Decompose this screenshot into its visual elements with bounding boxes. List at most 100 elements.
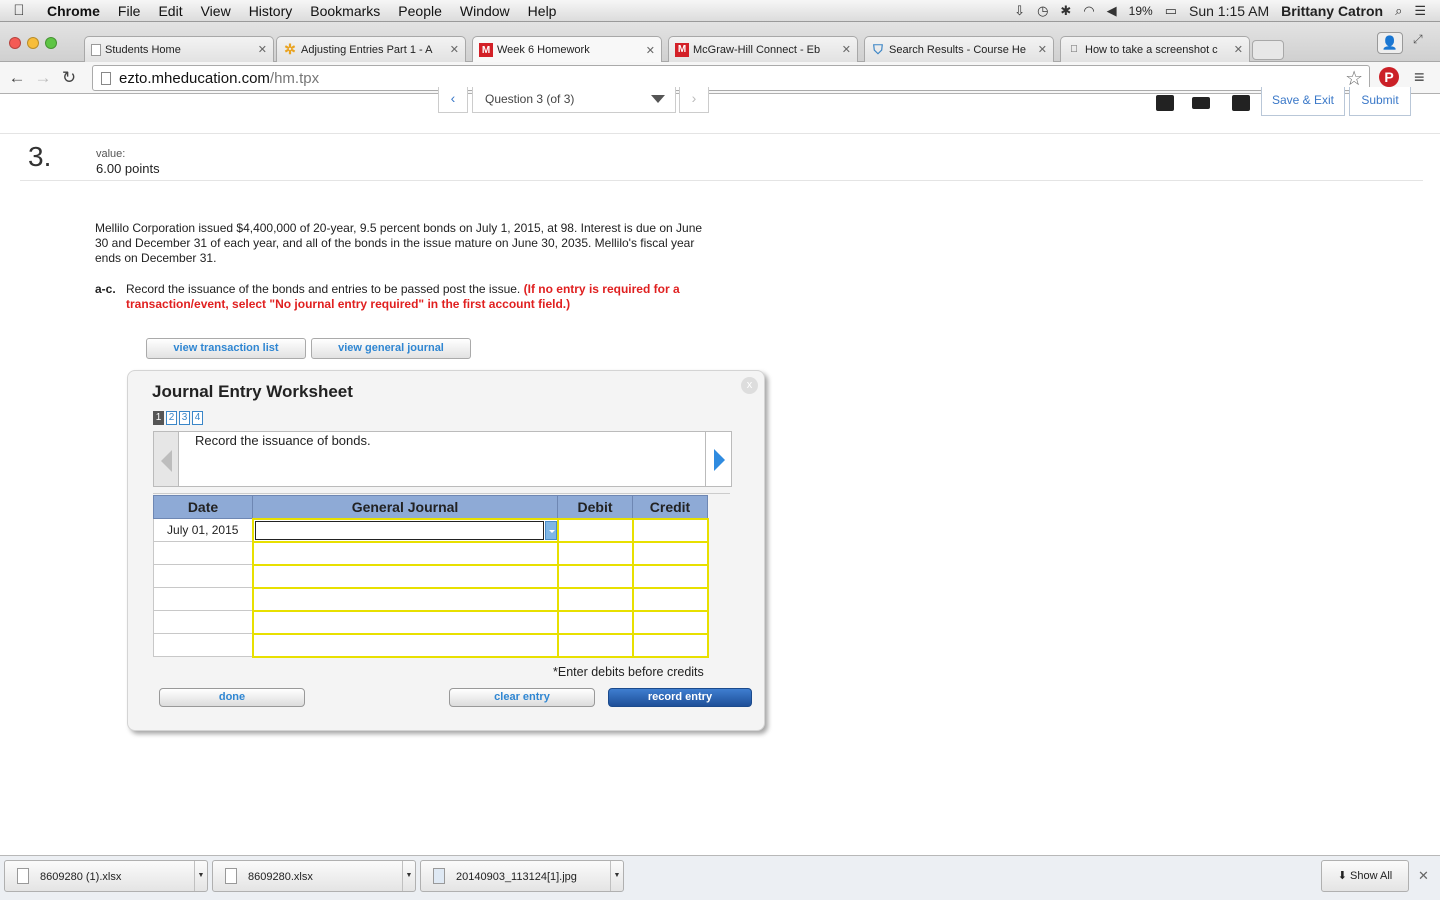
- battery-icon[interactable]: ▭: [1165, 3, 1177, 19]
- previous-transaction-button[interactable]: [153, 431, 179, 487]
- debit-input[interactable]: [556, 609, 634, 635]
- credit-input[interactable]: [631, 632, 709, 658]
- clock[interactable]: Sun 1:15 AM: [1189, 3, 1269, 19]
- user-name[interactable]: Brittany Catron: [1281, 3, 1383, 19]
- debit-input[interactable]: [556, 517, 634, 543]
- debit-input[interactable]: [556, 586, 634, 612]
- page-3-button[interactable]: 3: [179, 411, 190, 425]
- submit-button[interactable]: Submit: [1349, 87, 1411, 116]
- tab-how-to-screenshot[interactable]:  How to take a screenshot c ✕: [1060, 36, 1250, 62]
- book-icon[interactable]: [1156, 95, 1174, 111]
- dropdown-arrow-icon[interactable]: [544, 520, 557, 540]
- tab-close-icon[interactable]: ✕: [646, 44, 655, 57]
- clear-entry-button[interactable]: clear entry: [449, 688, 595, 707]
- minimize-window-button[interactable]: [27, 37, 39, 49]
- account-select[interactable]: [251, 609, 559, 635]
- debit-input[interactable]: [556, 540, 634, 566]
- page-2-button[interactable]: 2: [166, 411, 177, 425]
- chevron-down-icon[interactable]: ▼: [610, 861, 623, 891]
- calculator-icon[interactable]: [1232, 95, 1250, 111]
- spotlight-icon[interactable]: ⌕: [1395, 3, 1402, 19]
- download-item[interactable]: 20140903_113124[1].jpg ▼: [420, 860, 624, 892]
- tab-mcgraw-hill-connect[interactable]: M McGraw-Hill Connect - Eb ✕: [668, 36, 858, 62]
- account-select[interactable]: [251, 563, 559, 589]
- account-select[interactable]: [251, 540, 559, 566]
- reload-icon[interactable]: ↻: [56, 68, 82, 88]
- credit-input[interactable]: [631, 540, 709, 566]
- wifi-icon[interactable]: ◠: [1083, 3, 1094, 19]
- close-window-button[interactable]: [9, 37, 21, 49]
- account-select[interactable]: [251, 586, 559, 612]
- menu-help[interactable]: Help: [519, 3, 566, 19]
- chevron-down-icon[interactable]: ▼: [194, 861, 207, 891]
- column-header-date: Date: [153, 495, 253, 519]
- next-question-button[interactable]: ›: [679, 87, 709, 113]
- zoom-window-button[interactable]: [45, 37, 57, 49]
- download-item[interactable]: 8609280.xlsx ▼: [212, 860, 416, 892]
- account-select[interactable]: [251, 517, 559, 543]
- profile-icon[interactable]: 👤: [1377, 32, 1403, 54]
- debit-input[interactable]: [556, 563, 634, 589]
- save-exit-button[interactable]: Save & Exit: [1261, 87, 1345, 116]
- credit-input[interactable]: [631, 517, 709, 543]
- menu-people[interactable]: People: [389, 3, 451, 19]
- credit-input[interactable]: [631, 586, 709, 612]
- view-transaction-list-button[interactable]: view transaction list: [146, 338, 306, 359]
- document-icon: [91, 43, 101, 56]
- page-1-button[interactable]: 1: [153, 411, 164, 425]
- view-general-journal-button[interactable]: view general journal: [311, 338, 471, 359]
- question-select[interactable]: Question 3 (of 3): [472, 87, 676, 113]
- menu-history[interactable]: History: [240, 3, 302, 19]
- page-4-button[interactable]: 4: [192, 411, 203, 425]
- print-icon[interactable]: [1192, 97, 1210, 109]
- notification-center-icon[interactable]: ☰: [1414, 3, 1426, 19]
- tab-close-icon[interactable]: ✕: [842, 43, 851, 56]
- menu-file[interactable]: File: [109, 3, 150, 19]
- tab-students-home[interactable]: Students Home ✕: [84, 36, 274, 62]
- next-transaction-button[interactable]: [705, 431, 732, 487]
- chevron-down-icon[interactable]: ▼: [402, 861, 415, 891]
- menu-bookmarks[interactable]: Bookmarks: [301, 3, 389, 19]
- show-all-downloads-button[interactable]: ⬇ Show All: [1321, 860, 1409, 892]
- menu-window[interactable]: Window: [451, 3, 519, 19]
- download-item[interactable]: 8609280 (1).xlsx ▼: [4, 860, 208, 892]
- address-bar[interactable]: ezto.mheducation.com /hm.tpx ☆: [92, 65, 1370, 91]
- instruction-body: Record the issuance of the bonds and ent…: [126, 282, 721, 312]
- account-field[interactable]: [254, 520, 544, 540]
- chevron-down-icon: [651, 95, 665, 103]
- window-controls: [9, 37, 57, 49]
- tab-week-6-homework[interactable]: M Week 6 Homework ✕: [472, 36, 662, 63]
- new-tab-button[interactable]: [1252, 40, 1284, 60]
- menu-edit[interactable]: Edit: [149, 3, 191, 19]
- forward-icon[interactable]: →: [30, 68, 56, 88]
- tab-close-icon[interactable]: ✕: [450, 43, 459, 56]
- fullscreen-icon[interactable]: ⤢: [1413, 32, 1423, 47]
- debit-input[interactable]: [556, 632, 634, 658]
- record-entry-button[interactable]: record entry: [608, 688, 752, 707]
- close-icon[interactable]: ✕: [1418, 868, 1429, 884]
- download-tray-icon[interactable]: ⇩: [1014, 3, 1025, 19]
- apple-menu-icon[interactable]: : [0, 2, 38, 19]
- tab-close-icon[interactable]: ✕: [1038, 43, 1047, 56]
- tab-close-icon[interactable]: ✕: [258, 43, 267, 56]
- pinterest-icon[interactable]: P: [1379, 67, 1399, 87]
- account-select[interactable]: [251, 632, 559, 658]
- credit-input[interactable]: [631, 563, 709, 589]
- back-icon[interactable]: ←: [4, 68, 30, 88]
- close-icon[interactable]: x: [741, 377, 758, 394]
- menu-chrome[interactable]: Chrome: [38, 3, 109, 19]
- battery-percent: 19%: [1128, 3, 1153, 18]
- credit-input[interactable]: [631, 609, 709, 635]
- volume-icon[interactable]: ◀: [1107, 3, 1117, 19]
- chrome-menu-icon[interactable]: ≡: [1414, 67, 1425, 88]
- tab-search-results[interactable]: ⛉ Search Results - Course He ✕: [864, 36, 1054, 62]
- tab-close-icon[interactable]: ✕: [1234, 43, 1243, 56]
- tab-adjusting-entries[interactable]: ✲ Adjusting Entries Part 1 - A ✕: [276, 36, 466, 62]
- menu-view[interactable]: View: [192, 3, 240, 19]
- previous-question-button[interactable]: ‹: [438, 87, 468, 113]
- time-machine-icon[interactable]: ◷: [1037, 3, 1048, 19]
- bluetooth-icon[interactable]: ✱: [1060, 3, 1071, 19]
- download-shelf: 8609280 (1).xlsx ▼ 8609280.xlsx ▼ 201409…: [0, 855, 1440, 900]
- date-cell: July 01, 2015: [153, 518, 253, 542]
- done-button[interactable]: done: [159, 688, 305, 707]
